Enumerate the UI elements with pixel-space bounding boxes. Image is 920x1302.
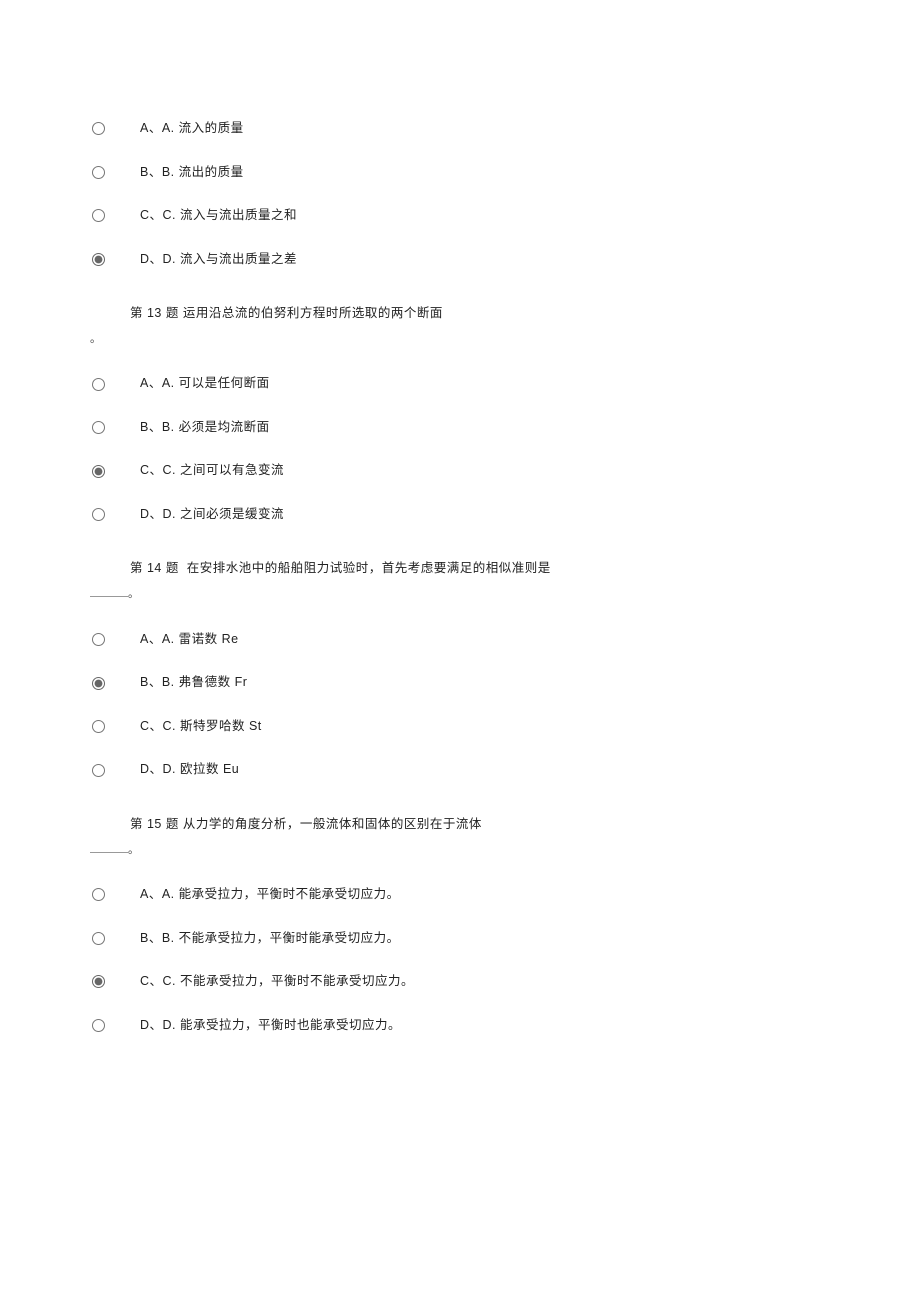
radio-q15-c[interactable] — [92, 975, 105, 988]
choice-label: A、A. 雷诺数 Re — [122, 631, 239, 649]
question-13-trail: 。 — [90, 332, 830, 347]
choice-row: C、C. 流入与流出质量之和 — [92, 207, 830, 225]
choice-row: B、B. 不能承受拉力，平衡时能承受切应力。 — [92, 930, 830, 948]
radio-wrap — [92, 122, 122, 135]
question-15-trail: 。 — [90, 843, 830, 858]
radio-wrap — [92, 633, 122, 646]
radio-q12-b[interactable] — [92, 166, 105, 179]
choice-row: A、A. 雷诺数 Re — [92, 631, 830, 649]
choice-label: A、A. 能承受拉力，平衡时不能承受切应力。 — [122, 886, 400, 904]
choice-row: C、C. 之间可以有急变流 — [92, 462, 830, 480]
radio-q15-a[interactable] — [92, 888, 105, 901]
radio-q12-c[interactable] — [92, 209, 105, 222]
choice-row: C、C. 斯特罗哈数 St — [92, 718, 830, 736]
question-15-prompt: 第 15 题 从力学的角度分析，一般流体和固体的区别在于流体 — [130, 809, 830, 839]
question-13-choices: A、A. 可以是任何断面 B、B. 必须是均流断面 C、C. 之间可以有急变流 … — [90, 375, 830, 523]
choice-row: B、B. 必须是均流断面 — [92, 419, 830, 437]
choice-label: C、C. 之间可以有急变流 — [122, 462, 284, 480]
radio-q13-d[interactable] — [92, 508, 105, 521]
choice-label: D、D. 之间必须是缓变流 — [122, 506, 284, 524]
choice-row: C、C. 不能承受拉力，平衡时不能承受切应力。 — [92, 973, 830, 991]
radio-wrap — [92, 508, 122, 521]
choice-row: A、A. 流入的质量 — [92, 120, 830, 138]
radio-q12-d[interactable] — [92, 253, 105, 266]
radio-wrap — [92, 1019, 122, 1032]
choice-label: C、C. 流入与流出质量之和 — [122, 207, 297, 225]
question-14-choices: A、A. 雷诺数 Re B、B. 弗鲁德数 Fr C、C. 斯特罗哈数 St D… — [90, 631, 830, 779]
choice-label: D、D. 欧拉数 Eu — [122, 761, 239, 779]
radio-q13-b[interactable] — [92, 421, 105, 434]
radio-wrap — [92, 764, 122, 777]
choice-label: C、C. 斯特罗哈数 St — [122, 718, 262, 736]
radio-q15-b[interactable] — [92, 932, 105, 945]
radio-q14-b[interactable] — [92, 677, 105, 690]
radio-q13-a[interactable] — [92, 378, 105, 391]
radio-wrap — [92, 932, 122, 945]
choice-label: B、B. 流出的质量 — [122, 164, 244, 182]
choice-label: B、B. 弗鲁德数 Fr — [122, 674, 247, 692]
radio-q14-c[interactable] — [92, 720, 105, 733]
question-12-choices: A、A. 流入的质量 B、B. 流出的质量 C、C. 流入与流出质量之和 D、D… — [90, 120, 830, 268]
radio-wrap — [92, 677, 122, 690]
radio-wrap — [92, 421, 122, 434]
radio-wrap — [92, 888, 122, 901]
choice-row: B、B. 流出的质量 — [92, 164, 830, 182]
choice-label: B、B. 不能承受拉力，平衡时能承受切应力。 — [122, 930, 400, 948]
radio-wrap — [92, 166, 122, 179]
radio-q12-a[interactable] — [92, 122, 105, 135]
trail-period: 。 — [128, 588, 140, 600]
question-14-prompt: 第 14 题 在安排水池中的船舶阻力试验时，首先考虑要满足的相似准则是 — [130, 553, 830, 583]
choice-row: D、D. 之间必须是缓变流 — [92, 506, 830, 524]
radio-q14-d[interactable] — [92, 764, 105, 777]
trail-period: 。 — [128, 844, 140, 856]
choice-row: A、A. 可以是任何断面 — [92, 375, 830, 393]
radio-wrap — [92, 209, 122, 222]
radio-wrap — [92, 253, 122, 266]
choice-row: D、D. 能承受拉力，平衡时也能承受切应力。 — [92, 1017, 830, 1035]
choice-label: C、C. 不能承受拉力，平衡时不能承受切应力。 — [122, 973, 414, 991]
radio-q15-d[interactable] — [92, 1019, 105, 1032]
radio-q13-c[interactable] — [92, 465, 105, 478]
question-15-choices: A、A. 能承受拉力，平衡时不能承受切应力。 B、B. 不能承受拉力，平衡时能承… — [90, 886, 830, 1034]
choice-label: D、D. 流入与流出质量之差 — [122, 251, 297, 269]
blank-line — [90, 852, 128, 853]
choice-row: D、D. 欧拉数 Eu — [92, 761, 830, 779]
radio-wrap — [92, 378, 122, 391]
choice-label: A、A. 可以是任何断面 — [122, 375, 270, 393]
choice-label: A、A. 流入的质量 — [122, 120, 244, 138]
blank-line — [90, 596, 128, 597]
choice-label: D、D. 能承受拉力，平衡时也能承受切应力。 — [122, 1017, 401, 1035]
question-14-trail: 。 — [90, 587, 830, 602]
radio-wrap — [92, 465, 122, 478]
radio-wrap — [92, 720, 122, 733]
question-13-prompt: 第 13 题 运用沿总流的伯努利方程时所选取的两个断面 — [130, 298, 830, 328]
choice-row: B、B. 弗鲁德数 Fr — [92, 674, 830, 692]
choice-row: D、D. 流入与流出质量之差 — [92, 251, 830, 269]
radio-wrap — [92, 975, 122, 988]
choice-row: A、A. 能承受拉力，平衡时不能承受切应力。 — [92, 886, 830, 904]
radio-q14-a[interactable] — [92, 633, 105, 646]
choice-label: B、B. 必须是均流断面 — [122, 419, 270, 437]
